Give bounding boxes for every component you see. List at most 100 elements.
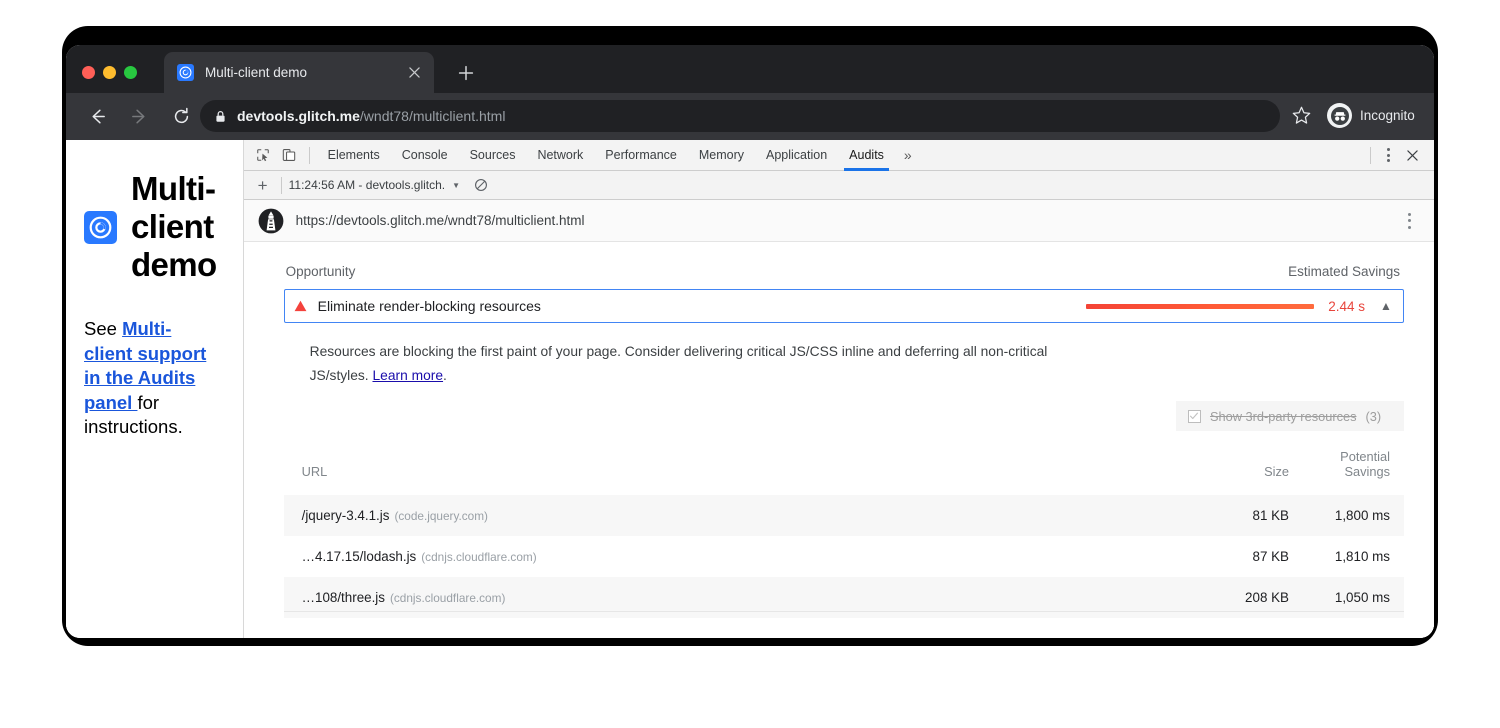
lighthouse-report-header: https://devtools.glitch.me/wndt78/multic… (244, 200, 1434, 242)
checkmark-icon[interactable] (1188, 410, 1201, 423)
clear-all-icon[interactable] (474, 178, 488, 192)
column-header-size[interactable]: Size (1194, 443, 1299, 495)
resource-url: …108/three.js (302, 590, 385, 605)
report-url: https://devtools.glitch.me/wndt78/multic… (296, 213, 585, 228)
warning-triangle-icon (294, 300, 307, 312)
profile-label: Incognito (1360, 108, 1415, 123)
devtools-tab-bar: Elements Console Sources Network Perform… (244, 140, 1434, 171)
column-header-url[interactable]: URL (284, 443, 1194, 495)
arrow-right-icon[interactable] (124, 102, 154, 132)
page-heading: Multi-client demo (84, 170, 217, 284)
page-title: Multi-client demo (131, 170, 217, 284)
resource-savings: 1,800 ms (1299, 495, 1404, 536)
show-third-party-toggle[interactable]: Show 3rd-party resources (3) (1176, 401, 1404, 431)
column-header-potential-savings[interactable]: Potential Savings (1299, 443, 1404, 495)
audit-description-period: . (443, 368, 447, 383)
audit-savings-indicator: 2.44 s ▲ (1086, 299, 1393, 314)
chrome-devtools-icon (177, 64, 194, 81)
tab-audits[interactable]: Audits (838, 140, 895, 171)
close-icon[interactable] (1400, 142, 1426, 168)
toolbar-divider (309, 147, 310, 164)
kebab-menu-icon[interactable] (1378, 144, 1400, 166)
web-page-viewport: Multi-client demo See Multi-client suppo… (66, 140, 244, 638)
resource-url-cell: /jquery-3.4.1.js (code.jquery.com) (284, 495, 1194, 536)
window-close-button[interactable] (82, 66, 95, 79)
show-third-party-label: Show 3rd-party resources (1210, 409, 1357, 424)
lighthouse-icon (258, 208, 284, 234)
table-row[interactable]: …108/three.js (cdnjs.cloudflare.com) 208 … (284, 577, 1404, 618)
browser-window: Multi-client demo (66, 45, 1434, 638)
blocking-resources-table: URL Size Potential Savings /jquery-3.4.1… (284, 443, 1404, 618)
tab-console[interactable]: Console (391, 140, 459, 171)
savings-bar (1086, 304, 1314, 309)
learn-more-link[interactable]: Learn more (372, 368, 443, 383)
window-traffic-lights (82, 66, 137, 79)
new-tab-button[interactable] (454, 61, 478, 85)
resource-url-cell: …108/three.js (cdnjs.cloudflare.com) (284, 577, 1194, 618)
window-minimize-button[interactable] (103, 66, 116, 79)
resource-url: …4.17.15/lodash.js (302, 549, 417, 564)
show-third-party-count: (3) (1366, 409, 1382, 424)
address-bar[interactable]: devtools.glitch.me/wndt78/multiclient.ht… (200, 100, 1280, 132)
tab-memory[interactable]: Memory (688, 140, 755, 171)
audit-title: Eliminate render-blocking resources (318, 298, 541, 314)
table-body: /jquery-3.4.1.js(code.jquery.com) 81 KB … (284, 495, 1404, 618)
tab-elements[interactable]: Elements (317, 140, 391, 171)
resource-size: 208 KB (1194, 577, 1299, 618)
resource-savings: 1,050 ms (1299, 577, 1404, 618)
opportunity-header: Opportunity (286, 264, 356, 279)
devtools-tabbar-actions (1363, 142, 1434, 168)
browser-toolbar: devtools.glitch.me/wndt78/multiclient.ht… (66, 93, 1434, 140)
plus-icon[interactable]: + (252, 177, 274, 194)
browser-tab-title: Multi-client demo (205, 65, 404, 80)
resource-size: 81 KB (1194, 495, 1299, 536)
window-zoom-button[interactable] (124, 66, 137, 79)
resource-origin: (cdnjs.cloudflare.com) (421, 550, 536, 564)
reload-icon[interactable] (166, 102, 196, 132)
resource-savings: 1,810 ms (1299, 536, 1404, 577)
lock-icon (214, 110, 227, 123)
instructions-prefix: See (84, 318, 122, 339)
audit-report-body: Opportunity Estimated Savings Eliminate … (244, 242, 1434, 638)
toolbar-divider (1370, 147, 1371, 164)
resource-size: 87 KB (1194, 536, 1299, 577)
browser-tab[interactable]: Multi-client demo (164, 52, 434, 93)
section-divider (284, 611, 1404, 612)
resource-origin: (code.jquery.com) (394, 509, 488, 523)
audit-description: Resources are blocking the first paint o… (284, 340, 1074, 387)
page-instructions: See Multi-client support in the Audits p… (84, 317, 217, 440)
device-toolbar-icon[interactable] (276, 142, 302, 168)
audit-savings-value: 2.44 s (1328, 299, 1365, 314)
resource-url: /jquery-3.4.1.js (302, 508, 390, 523)
address-bar-url: devtools.glitch.me/wndt78/multiclient.ht… (237, 108, 505, 124)
kebab-menu-icon[interactable] (1400, 210, 1420, 232)
chrome-devtools-icon (84, 211, 117, 244)
tab-network[interactable]: Network (526, 140, 594, 171)
close-icon[interactable] (404, 63, 424, 83)
arrow-left-icon[interactable] (82, 102, 112, 132)
opportunity-column-headers: Opportunity Estimated Savings (284, 264, 1404, 279)
address-bar-path: /wndt78/multiclient.html (360, 108, 506, 124)
devtools-panel: Elements Console Sources Network Perform… (244, 140, 1434, 638)
table-header-row: URL Size Potential Savings (284, 443, 1404, 495)
toolbar-divider (281, 177, 282, 194)
incognito-icon (1327, 103, 1352, 128)
audit-opportunity-row[interactable]: Eliminate render-blocking resources 2.44… (284, 289, 1404, 323)
tab-sources[interactable]: Sources (459, 140, 527, 171)
chevron-up-icon[interactable]: ▲ (1379, 299, 1393, 313)
table-row[interactable]: …4.17.15/lodash.js (cdnjs.cloudflare.com)… (284, 536, 1404, 577)
chevron-double-right-icon[interactable]: » (895, 147, 921, 163)
address-bar-host: devtools.glitch.me (237, 108, 360, 124)
resource-url-cell: …4.17.15/lodash.js (cdnjs.cloudflare.com) (284, 536, 1194, 577)
report-selector-dropdown[interactable]: 11:24:56 AM - devtools.glitch. ▼ (289, 178, 460, 192)
profile-chip[interactable]: Incognito (1327, 103, 1415, 128)
inspect-element-icon[interactable] (250, 142, 276, 168)
resource-origin: (cdnjs.cloudflare.com) (390, 591, 505, 605)
savings-header-line1: Potential (1340, 449, 1390, 464)
tab-application[interactable]: Application (755, 140, 838, 171)
table-row[interactable]: /jquery-3.4.1.js(code.jquery.com) 81 KB … (284, 495, 1404, 536)
estimated-savings-header: Estimated Savings (1288, 264, 1400, 279)
tab-performance[interactable]: Performance (594, 140, 688, 171)
star-icon[interactable] (1291, 105, 1313, 127)
chevron-down-icon: ▼ (452, 181, 460, 190)
